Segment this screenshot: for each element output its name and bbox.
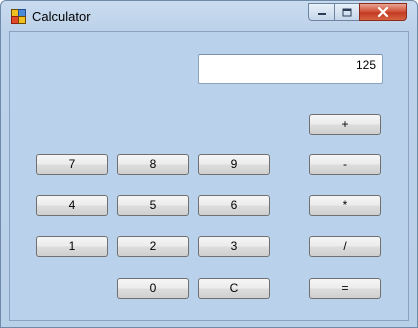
maximize-button[interactable] (334, 3, 360, 21)
close-button[interactable] (359, 3, 407, 21)
minus-button[interactable]: - (309, 154, 381, 175)
result-display[interactable]: 125 (198, 54, 383, 84)
plus-button[interactable]: + (309, 114, 381, 135)
maximize-icon (342, 8, 352, 16)
minimize-icon (317, 13, 326, 15)
title-bar[interactable]: Calculator (1, 1, 417, 31)
minimize-button[interactable] (308, 3, 335, 21)
equals-button[interactable]: = (309, 278, 381, 299)
calculator-body: 125 + 7 8 9 - 4 5 6 * 1 2 3 / 0 C = (9, 31, 409, 321)
divide-button[interactable]: / (309, 236, 381, 257)
digit-5-button[interactable]: 5 (117, 195, 189, 216)
digit-3-button[interactable]: 3 (198, 236, 270, 257)
calculator-app-icon (11, 9, 26, 24)
digit-6-button[interactable]: 6 (198, 195, 270, 216)
calculator-window: Calculator 125 + 7 8 9 - 4 5 6 * 1 2 3 /… (0, 0, 418, 328)
multiply-button[interactable]: * (309, 195, 381, 216)
close-icon (377, 7, 389, 17)
digit-0-button[interactable]: 0 (117, 278, 189, 299)
digit-2-button[interactable]: 2 (117, 236, 189, 257)
digit-1-button[interactable]: 1 (36, 236, 108, 257)
clear-button[interactable]: C (198, 278, 270, 299)
window-title: Calculator (32, 9, 91, 24)
digit-7-button[interactable]: 7 (36, 154, 108, 175)
digit-4-button[interactable]: 4 (36, 195, 108, 216)
digit-9-button[interactable]: 9 (198, 154, 270, 175)
digit-8-button[interactable]: 8 (117, 154, 189, 175)
